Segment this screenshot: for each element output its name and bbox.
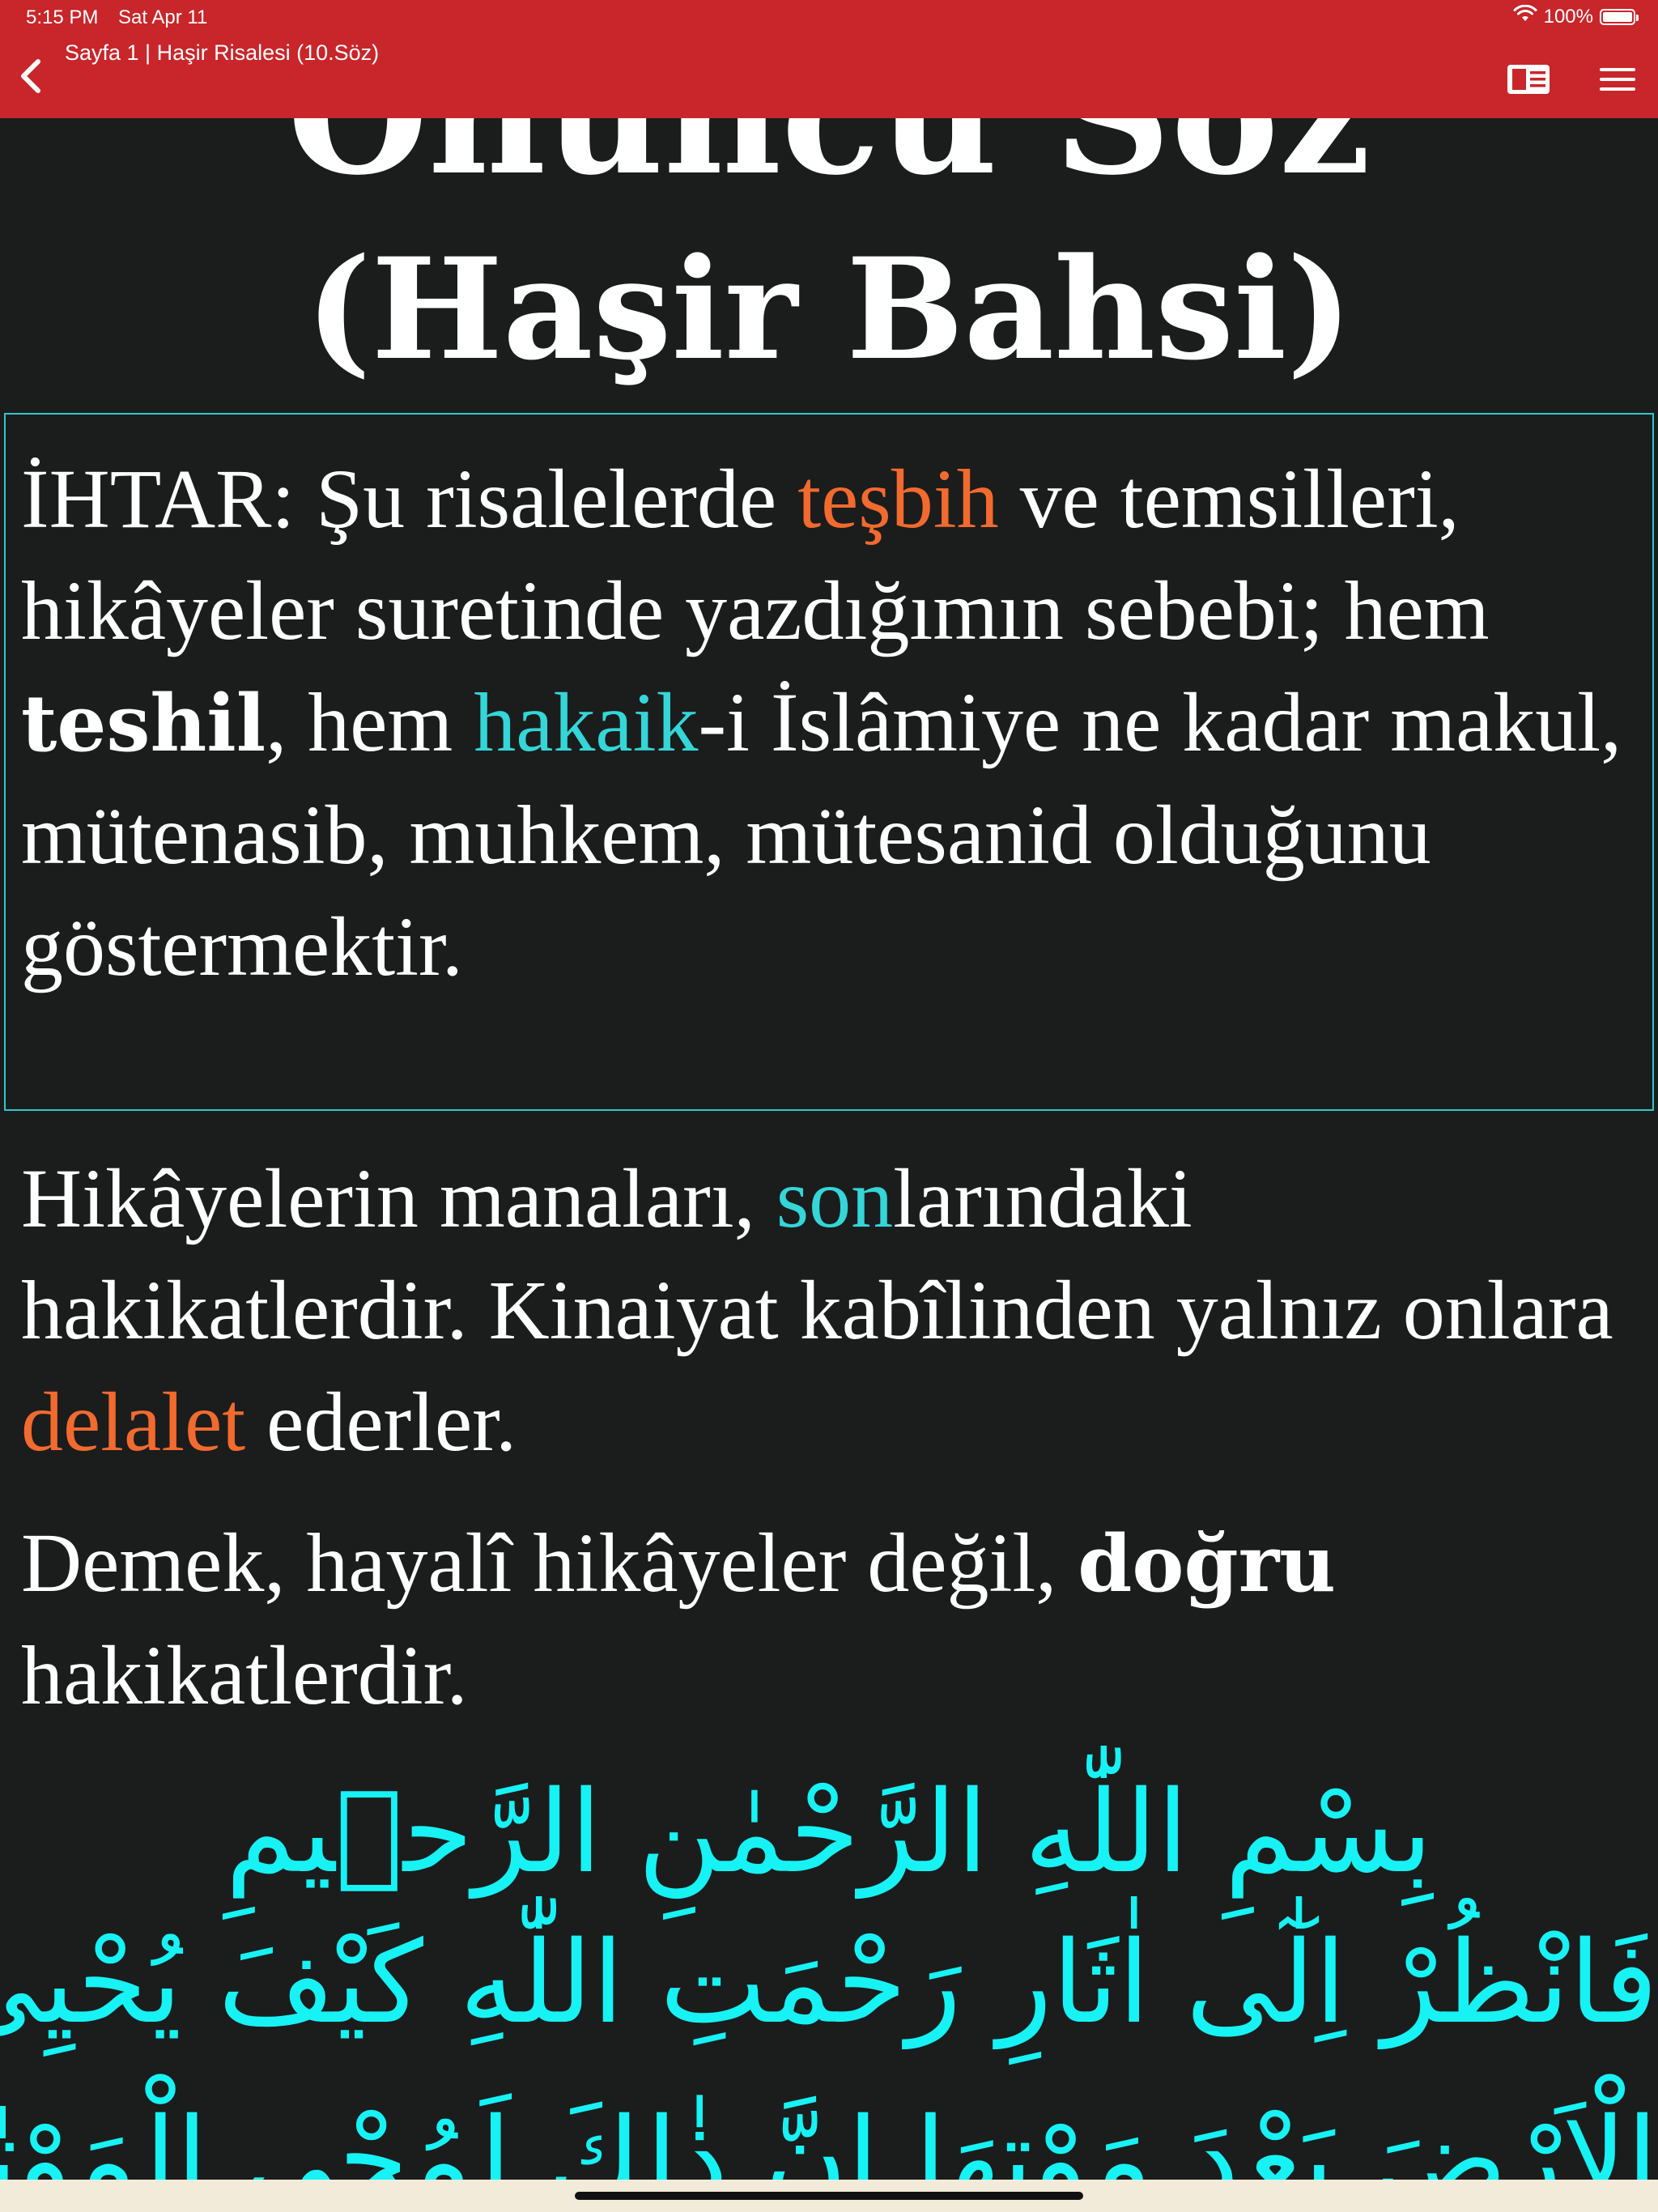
keyword-hakaik[interactable]: hakaik xyxy=(474,676,698,769)
text-segment: hakikatlerdir. xyxy=(21,1629,468,1722)
bottom-bar xyxy=(0,2180,1658,2212)
reader-mode-button[interactable] xyxy=(1503,60,1554,99)
text-segment: Demek, hayalî hikâyeler değil, xyxy=(21,1516,1078,1610)
chevron-left-icon xyxy=(21,59,40,93)
text-segment: ederler. xyxy=(245,1376,517,1469)
battery-icon xyxy=(1600,8,1639,25)
status-date: Sat Apr 11 xyxy=(118,6,208,28)
navigation-bar: 5:15 PM Sat Apr 11 100% Sayfa 1 | Haşir … xyxy=(0,0,1658,118)
chapter-title: Onuncu Söz xyxy=(0,118,1658,211)
text-segment: Hikâyelerin manaları, xyxy=(21,1152,776,1245)
status-indicators: 100% xyxy=(1513,4,1639,28)
battery-percentage: 100% xyxy=(1543,5,1593,28)
arabic-verse-line: فَانْظُرْ اِلٰٓى اٰثَارِ رَحْمَتِ اللّٰه… xyxy=(0,1917,1658,2049)
back-button[interactable] xyxy=(8,53,53,99)
arabic-verse-line: الْاَرْضَ بَعْدَ مَوْتِهَا اِنَّ ذٰلِكَ … xyxy=(0,2094,1658,2180)
keyword-tesbih[interactable]: teşbih xyxy=(797,453,998,546)
hamburger-menu-icon xyxy=(1600,68,1635,91)
wifi-icon xyxy=(1513,4,1537,28)
demek-paragraph: Demek, hayalî hikâyeler değil, doğru hak… xyxy=(21,1508,1637,1732)
text-segment: , hem xyxy=(266,676,474,769)
keyword-teshil[interactable]: teshil xyxy=(21,678,266,769)
reader-mode-icon xyxy=(1507,65,1550,94)
hikaye-paragraph: Hikâyelerin manaları, sonlarındaki hakik… xyxy=(21,1143,1637,1478)
status-time: 5:15 PM xyxy=(26,6,99,28)
keyword-delalet[interactable]: delalet xyxy=(21,1376,245,1469)
page-title: Sayfa 1 | Haşir Risalesi (10.Söz) xyxy=(65,40,380,65)
menu-button[interactable] xyxy=(1592,57,1643,102)
keyword-dogru[interactable]: doğru xyxy=(1078,1518,1336,1610)
ihtar-paragraph: İHTAR: Şu risalelerde teşbih ve temsille… xyxy=(21,444,1637,1003)
arabic-basmala: بِسْمِ اللّٰهِ الرَّحْمٰنِ الرَّح۪يمِ xyxy=(225,1767,1433,1899)
home-indicator[interactable] xyxy=(575,2192,1083,2200)
reader-content[interactable]: Onuncu Söz (Haşir Bahsi) İHTAR: Şu risal… xyxy=(0,118,1658,2180)
chapter-subtitle: (Haşir Bahsi) xyxy=(305,227,1353,391)
keyword-son[interactable]: son xyxy=(776,1152,893,1245)
text-segment: İHTAR: Şu risalelerde xyxy=(21,453,798,546)
